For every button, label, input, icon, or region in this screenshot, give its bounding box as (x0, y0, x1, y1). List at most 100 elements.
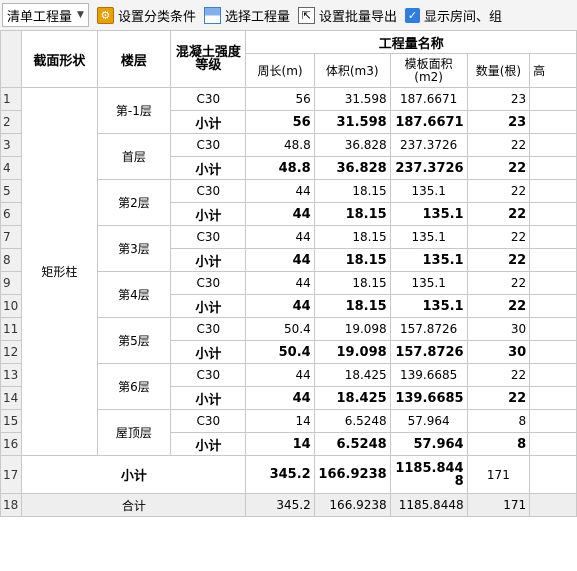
cell-sub-perimeter[interactable]: 50.4 (245, 340, 315, 364)
row-number[interactable]: 7 (0, 225, 23, 249)
cell-section-perimeter[interactable]: 345.2 (245, 455, 315, 494)
cell-grade[interactable]: C30 (170, 133, 247, 157)
cell-sub-volume[interactable]: 18.15 (313, 248, 391, 272)
cell-count[interactable]: 22 (466, 133, 531, 157)
cell-count[interactable]: 22 (466, 271, 531, 295)
cell-formwork[interactable]: 135.1 (389, 271, 468, 295)
cell-perimeter[interactable]: 44 (245, 271, 315, 295)
cell-subtotal-label[interactable]: 小计 (170, 156, 247, 180)
cell-sub-volume[interactable]: 19.098 (313, 340, 391, 364)
cell-height[interactable] (529, 493, 577, 517)
cell-height[interactable] (529, 179, 577, 203)
cell-total-formwork[interactable]: 1185.8448 (389, 493, 468, 517)
header-concrete-grade[interactable]: 混凝土强度等级 (170, 30, 247, 88)
cell-perimeter[interactable]: 50.4 (245, 317, 315, 341)
row-number[interactable]: 8 (0, 248, 23, 272)
cell-floor[interactable]: 第4层 (96, 271, 172, 318)
cell-grade[interactable]: C30 (170, 179, 247, 203)
cell-section-formwork[interactable]: 1185.8448 (389, 455, 468, 494)
cell-height[interactable] (529, 317, 577, 341)
cell-height[interactable] (529, 363, 577, 387)
cell-grade[interactable]: C30 (170, 87, 247, 111)
cell-sub-formwork[interactable]: 135.1 (389, 202, 468, 226)
cell-section-shape[interactable]: 矩形柱 (21, 87, 98, 456)
cell-sub-volume[interactable]: 18.15 (313, 202, 391, 226)
quantity-type-select[interactable]: 清单工程量 ▼ (2, 3, 89, 27)
header-count[interactable]: 数量(根) (466, 53, 531, 88)
cell-count[interactable]: 8 (466, 409, 531, 433)
cell-floor[interactable]: 第6层 (96, 363, 172, 410)
row-number[interactable]: 13 (0, 363, 23, 387)
row-number[interactable]: 10 (0, 294, 23, 318)
row-number[interactable]: 5 (0, 179, 23, 203)
cell-sub-formwork[interactable]: 135.1 (389, 294, 468, 318)
cell-total-volume[interactable]: 166.9238 (313, 493, 391, 517)
cell-perimeter[interactable]: 48.8 (245, 133, 315, 157)
cell-formwork[interactable]: 57.964 (389, 409, 468, 433)
cell-sub-perimeter[interactable]: 44 (245, 294, 315, 318)
cell-subtotal-label[interactable]: 小计 (170, 248, 247, 272)
cell-volume[interactable]: 18.15 (313, 271, 391, 295)
row-number[interactable]: 11 (0, 317, 23, 341)
cell-floor[interactable]: 屋顶层 (96, 409, 172, 456)
cell-height[interactable] (529, 87, 577, 111)
header-volume[interactable]: 体积(m3) (313, 53, 391, 88)
cell-subtotal-label[interactable]: 小计 (170, 386, 247, 410)
cell-sub-formwork[interactable]: 157.8726 (389, 340, 468, 364)
cell-grade[interactable]: C30 (170, 271, 247, 295)
header-formwork-area[interactable]: 模板面积(m2) (389, 53, 468, 88)
cell-height[interactable] (529, 432, 577, 456)
cell-sub-perimeter[interactable]: 56 (245, 110, 315, 134)
cell-height[interactable] (529, 110, 577, 134)
cell-grand-total-label[interactable]: 合计 (21, 493, 247, 517)
cell-count[interactable]: 22 (466, 225, 531, 249)
cell-formwork[interactable]: 187.6671 (389, 87, 468, 111)
cell-subtotal-label[interactable]: 小计 (170, 432, 247, 456)
cell-height[interactable] (529, 271, 577, 295)
cell-subtotal-label[interactable]: 小计 (170, 110, 247, 134)
cell-height[interactable] (529, 133, 577, 157)
cell-sub-count[interactable]: 22 (466, 156, 531, 180)
cell-sub-volume[interactable]: 36.828 (313, 156, 391, 180)
row-number[interactable]: 17 (0, 455, 23, 494)
cell-total-perimeter[interactable]: 345.2 (245, 493, 315, 517)
cell-height[interactable] (529, 248, 577, 272)
row-number[interactable]: 18 (0, 493, 23, 517)
cell-sub-count[interactable]: 30 (466, 340, 531, 364)
cell-formwork[interactable]: 139.6685 (389, 363, 468, 387)
cell-sub-formwork[interactable]: 57.964 (389, 432, 468, 456)
cell-formwork[interactable]: 135.1 (389, 225, 468, 249)
cell-section-count[interactable]: 171 (466, 455, 531, 494)
cell-perimeter[interactable]: 44 (245, 363, 315, 387)
header-height[interactable]: 高 (529, 53, 577, 88)
header-perimeter[interactable]: 周长(m) (245, 53, 315, 88)
cell-height[interactable] (529, 455, 577, 494)
cell-count[interactable]: 23 (466, 87, 531, 111)
cell-perimeter[interactable]: 14 (245, 409, 315, 433)
cell-height[interactable] (529, 156, 577, 180)
cell-floor[interactable]: 第-1层 (96, 87, 172, 134)
cell-volume[interactable]: 18.15 (313, 225, 391, 249)
cell-sub-formwork[interactable]: 135.1 (389, 248, 468, 272)
cell-volume[interactable]: 19.098 (313, 317, 391, 341)
cell-grade[interactable]: C30 (170, 225, 247, 249)
cell-subtotal-label[interactable]: 小计 (170, 202, 247, 226)
cell-formwork[interactable]: 157.8726 (389, 317, 468, 341)
cell-height[interactable] (529, 202, 577, 226)
cell-sub-volume[interactable]: 31.598 (313, 110, 391, 134)
cell-sub-perimeter[interactable]: 44 (245, 202, 315, 226)
row-number[interactable]: 4 (0, 156, 23, 180)
cell-volume[interactable]: 6.5248 (313, 409, 391, 433)
cell-floor[interactable]: 第3层 (96, 225, 172, 272)
cell-sub-count[interactable]: 22 (466, 386, 531, 410)
cell-height[interactable] (529, 386, 577, 410)
cell-count[interactable]: 22 (466, 179, 531, 203)
row-number[interactable]: 16 (0, 432, 23, 456)
cell-grade[interactable]: C30 (170, 409, 247, 433)
row-number[interactable]: 3 (0, 133, 23, 157)
cell-floor[interactable]: 首层 (96, 133, 172, 180)
cell-volume[interactable]: 18.425 (313, 363, 391, 387)
cell-formwork[interactable]: 237.3726 (389, 133, 468, 157)
cell-floor[interactable]: 第5层 (96, 317, 172, 364)
cell-perimeter[interactable]: 44 (245, 225, 315, 249)
